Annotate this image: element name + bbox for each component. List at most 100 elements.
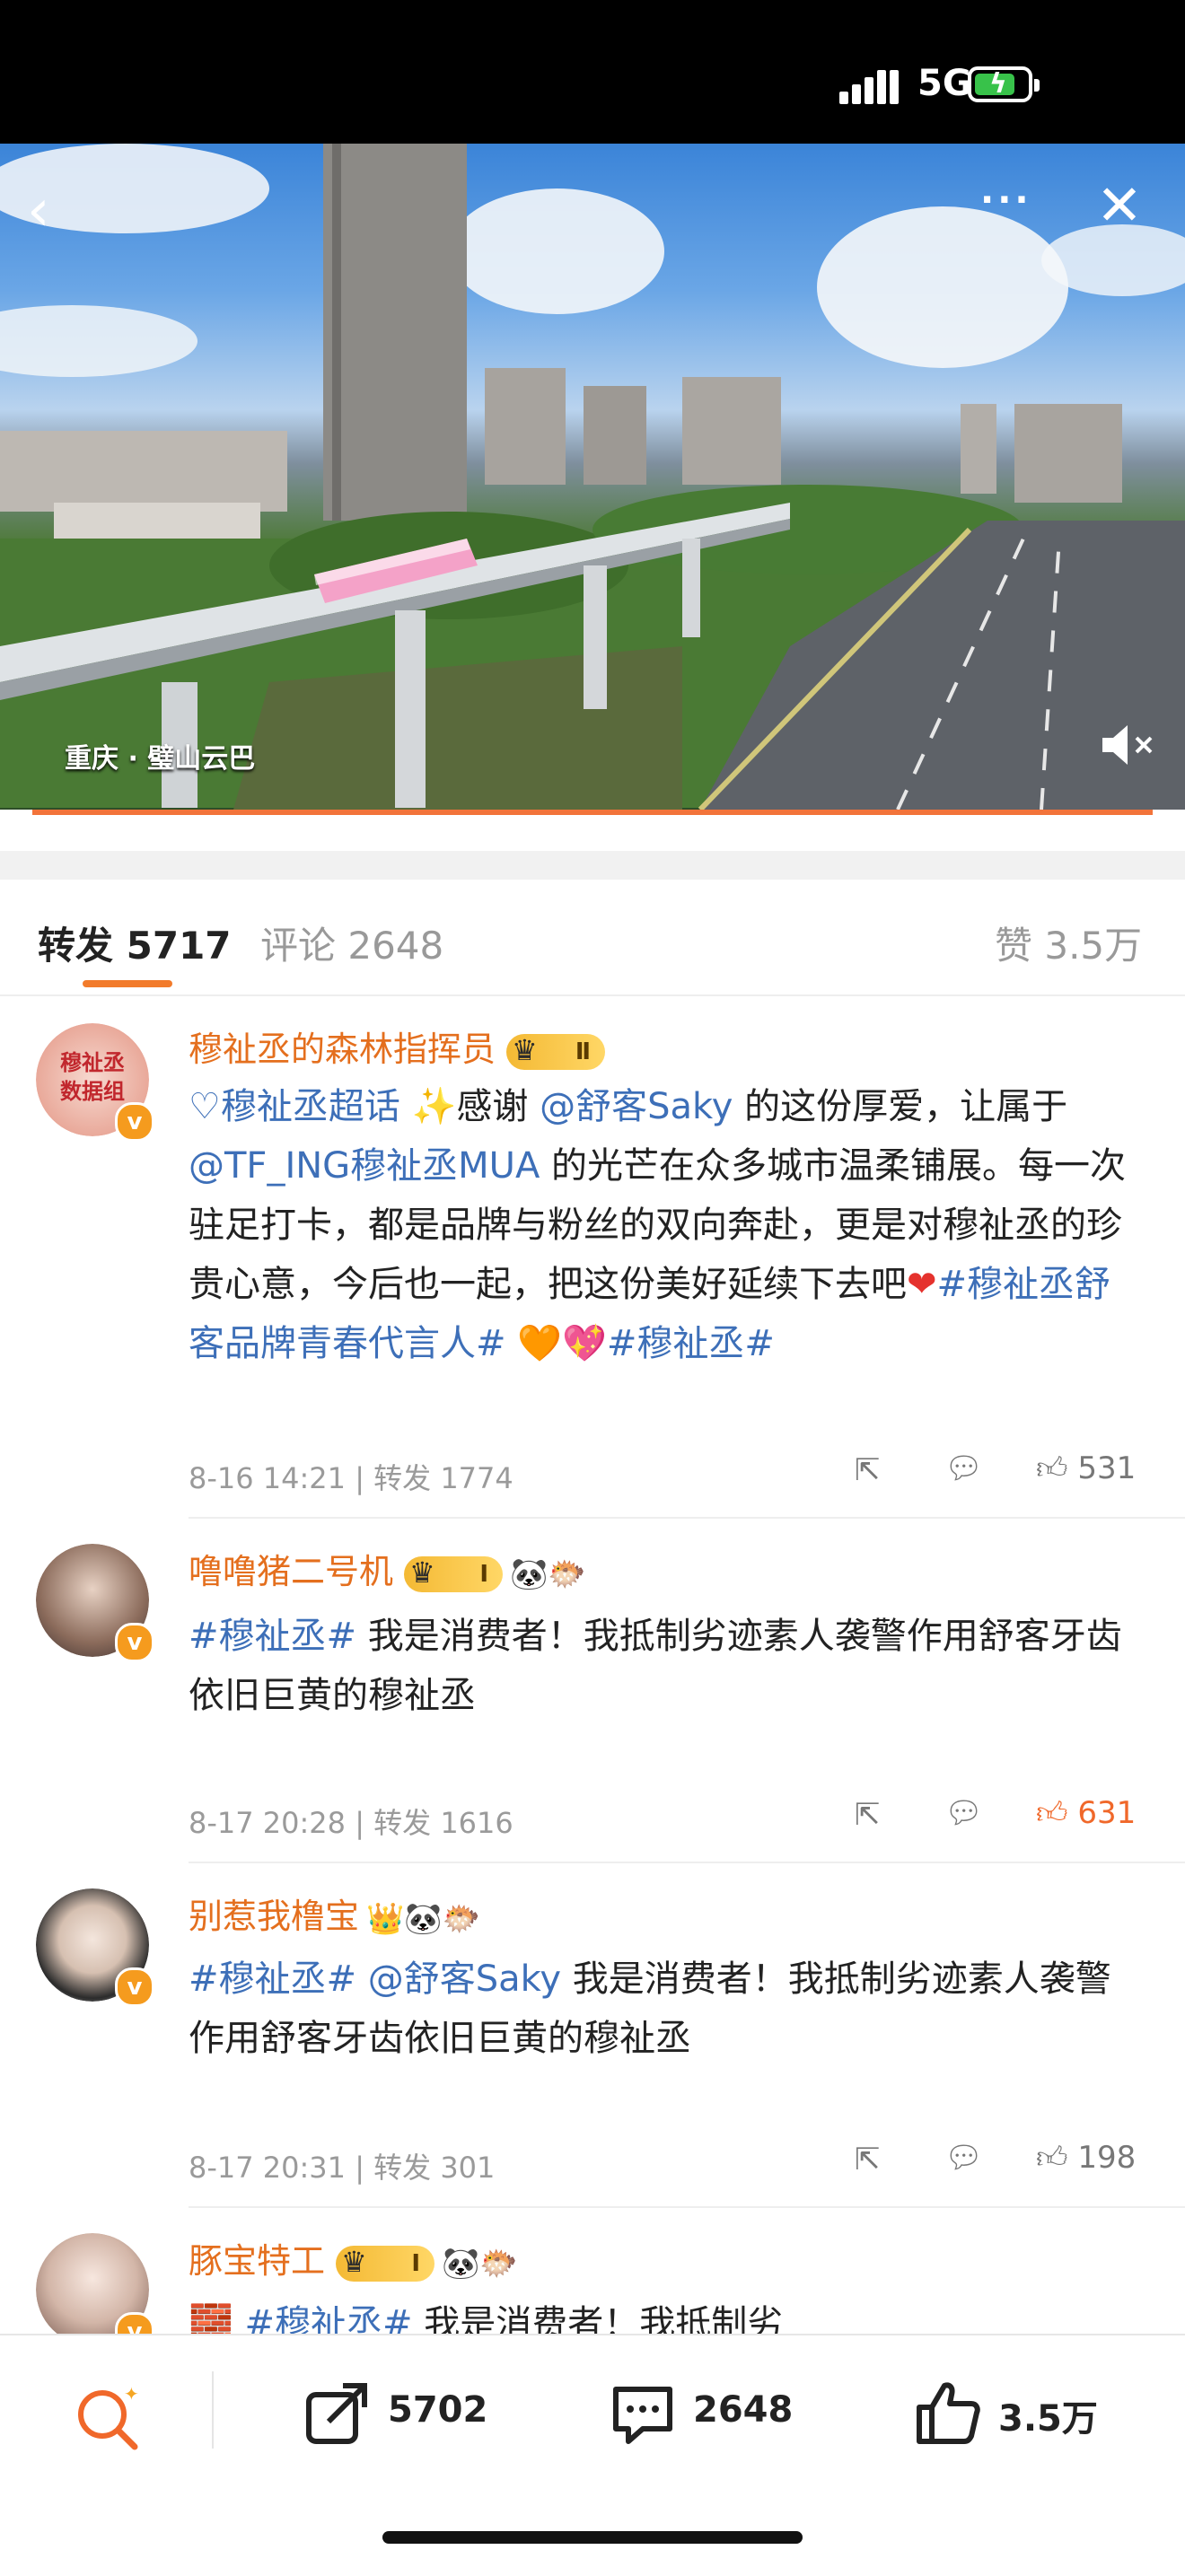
reply-icon[interactable]: 💬︎ [944,1450,983,1486]
fan-level-text: Ⅰ [411,2249,421,2277]
mention-link[interactable]: @舒客Saky [368,1958,561,2000]
verified-badge: v [115,1623,154,1662]
reply-icon[interactable]: 💬︎ [944,1795,983,1831]
commenter-name-text: 噜噜猪二号机 [189,1552,394,1591]
divider [189,2206,1185,2208]
home-indicator [382,2531,803,2544]
comment-repost-count[interactable]: 转发 301 [373,2151,495,2185]
avatar-text: 穆祉丞 数据组 [60,1050,125,1104]
emoji-decoration: 🐼🐡 [510,1555,586,1592]
comment-text-segment: 的这份厚爱，让属于 [733,1086,1068,1127]
like-count: 631 [1077,1795,1137,1831]
hashtag-link[interactable]: #穆祉丞# [189,1958,356,2000]
comment-meta: 8-17 20:28 | 转发 1616 [189,1806,514,1840]
like-button[interactable]: 3.5万 [912,2377,1128,2449]
comment-time: 8-17 20:28 [189,1806,347,1840]
comment-repost-count[interactable]: 转发 1774 [373,1461,514,1495]
comment-time: 8-17 20:31 [189,2151,347,2185]
like-button[interactable]: 👍︎ 198 [1036,2140,1136,2177]
divider [189,1862,1185,1863]
crown-icon: ♛ [512,1032,538,1067]
comment-text: #穆祉丞# @舒客Saky 我是消费者！我抵制劣迹素人袭警作用舒客牙齿依旧巨黄的… [189,1950,1140,2068]
repost-button[interactable]: 5702 [302,2377,499,2449]
close-icon[interactable]: ✕ [1091,174,1148,237]
commenter-name[interactable]: 穆祉丞的森林指挥员 ♛ Ⅱ [189,1021,606,1071]
share-icon[interactable]: ⇱ [855,1452,881,1488]
fan-level-badge: ♛ Ⅱ [506,1032,606,1070]
comment-text: 🧱 #穆祉丞# 我是消费者！我抵制劣 [189,2294,1140,2334]
commenter-name[interactable]: 噜噜猪二号机 ♛ Ⅰ 🐼🐡 [189,1544,586,1593]
comment-time: 8-16 14:21 [189,1461,347,1495]
tab-reposts-count: 5717 [126,924,232,968]
emoji-decoration: 🐼🐡 [442,2245,518,2282]
tab-comments[interactable]: 评论 2648 [260,916,443,970]
section-gap [0,851,1185,880]
tab-likes[interactable]: 赞 3.5万 [995,916,1142,970]
like-icon: 👍︎ [1036,2140,1068,2176]
video-progress-fill [32,810,1153,815]
emoji-decoration: 👑🐼🐡 [366,1900,481,1937]
share-icon[interactable]: ⇱ [855,1797,881,1833]
comment-text-segment [356,1958,368,2000]
video-location-caption: 重庆 · 璧山云巴 [65,743,256,775]
like-button[interactable]: 👍︎ 631 [1036,1795,1136,1832]
comment-text-segment: 🧱 [189,2303,245,2334]
hashtag-link[interactable]: #穆祉丞# [607,1323,775,1364]
comment-icon [613,2387,672,2444]
like-button[interactable]: 👍︎ 531 [1036,1450,1136,1487]
commenter-name-text: 豚宝特工 [189,2241,326,2281]
hashtag-link[interactable]: ♡穆祉丞超话 [189,1086,400,1127]
active-tab-indicator [83,980,172,987]
comment-text-segment: 我是消费者！我抵制劣 [412,2303,784,2334]
interaction-tabs: 转发 5717 评论 2648 赞 3.5万 [0,880,1185,996]
comment-text-segment: ✨感谢 [399,1086,540,1127]
svg-text:✦: ✦ [124,2383,139,2405]
fan-level-badge: ♛ Ⅰ [404,1555,504,1592]
fan-level-badge: ♛ Ⅰ [336,2244,435,2282]
like-icon: 👍︎ [1036,1795,1068,1831]
like-icon: 👍︎ [1036,1450,1068,1486]
share-icon[interactable]: ⇱ [855,2142,881,2177]
verified-badge: v [115,1967,154,2007]
mention-link[interactable]: @舒客Saky [540,1086,733,1127]
reply-icon[interactable]: 💬︎ [944,2140,983,2176]
mute-icon[interactable] [1097,718,1160,772]
crown-icon: ♛ [341,2244,367,2279]
commenter-name[interactable]: 别惹我橹宝 👑🐼🐡 [189,1888,480,1938]
comment-text-segment: 🧡💖 [505,1323,607,1364]
comment-repost-count[interactable]: 转发 1616 [373,1806,514,1840]
commenter-name-text: 穆祉丞的森林指挥员 [189,1030,496,1069]
comment-button[interactable]: 2648 [607,2377,804,2449]
repost-icon [306,2383,367,2444]
repost-count: 5702 [388,2389,488,2431]
hashtag-link[interactable]: #穆祉丞# [245,2303,413,2334]
more-icon[interactable]: ··· [980,180,1052,233]
network-type: 5G [917,63,972,104]
like-icon [917,2382,980,2444]
comment-text: #穆祉丞# 我是消费者！我抵制劣迹素人袭警作用舒客牙齿依旧巨黄的穆祉丞 [189,1607,1140,1725]
comment-meta: 8-17 20:31 | 转发 301 [189,2151,496,2185]
verified-badge: v [115,1102,154,1142]
status-bar: 5G ϟ [0,0,1185,144]
hashtag-link[interactable]: #穆祉丞# [189,1616,356,1657]
fan-level-text: Ⅱ [575,1038,592,1065]
signal-icon [839,68,899,104]
commenter-name-text: 别惹我橹宝 [189,1897,360,1936]
separator [212,2371,214,2449]
battery-charging-icon: ϟ [968,66,1040,102]
search-icon[interactable]: ✦ [72,2382,144,2454]
commenter-name[interactable]: 豚宝特工 ♛ Ⅰ 🐼🐡 [189,2233,518,2282]
city-monorail-scene [0,144,1185,810]
video-progress-bar[interactable] [32,810,1153,815]
mention-link[interactable]: @TF_ING穆祉丞MUA [189,1145,540,1187]
post-video[interactable]: ‹ ··· ✕ 重庆 · 璧山云巴 [0,144,1185,810]
comment-count: 2648 [693,2389,794,2431]
tab-reposts[interactable]: 转发 5717 [38,916,232,970]
back-arrow-icon[interactable]: ‹ [27,180,81,242]
like-count: 3.5万 [998,2398,1098,2440]
like-count: 198 [1077,2140,1137,2176]
comment-text: ♡穆祉丞超话 ✨感谢 @舒客Saky 的这份厚爱，让属于 @TF_ING穆祉丞M… [189,1077,1140,1373]
divider [189,1517,1185,1519]
fan-level-text: Ⅰ [479,1560,489,1588]
comment-meta: 8-16 14:21 | 转发 1774 [189,1461,514,1495]
